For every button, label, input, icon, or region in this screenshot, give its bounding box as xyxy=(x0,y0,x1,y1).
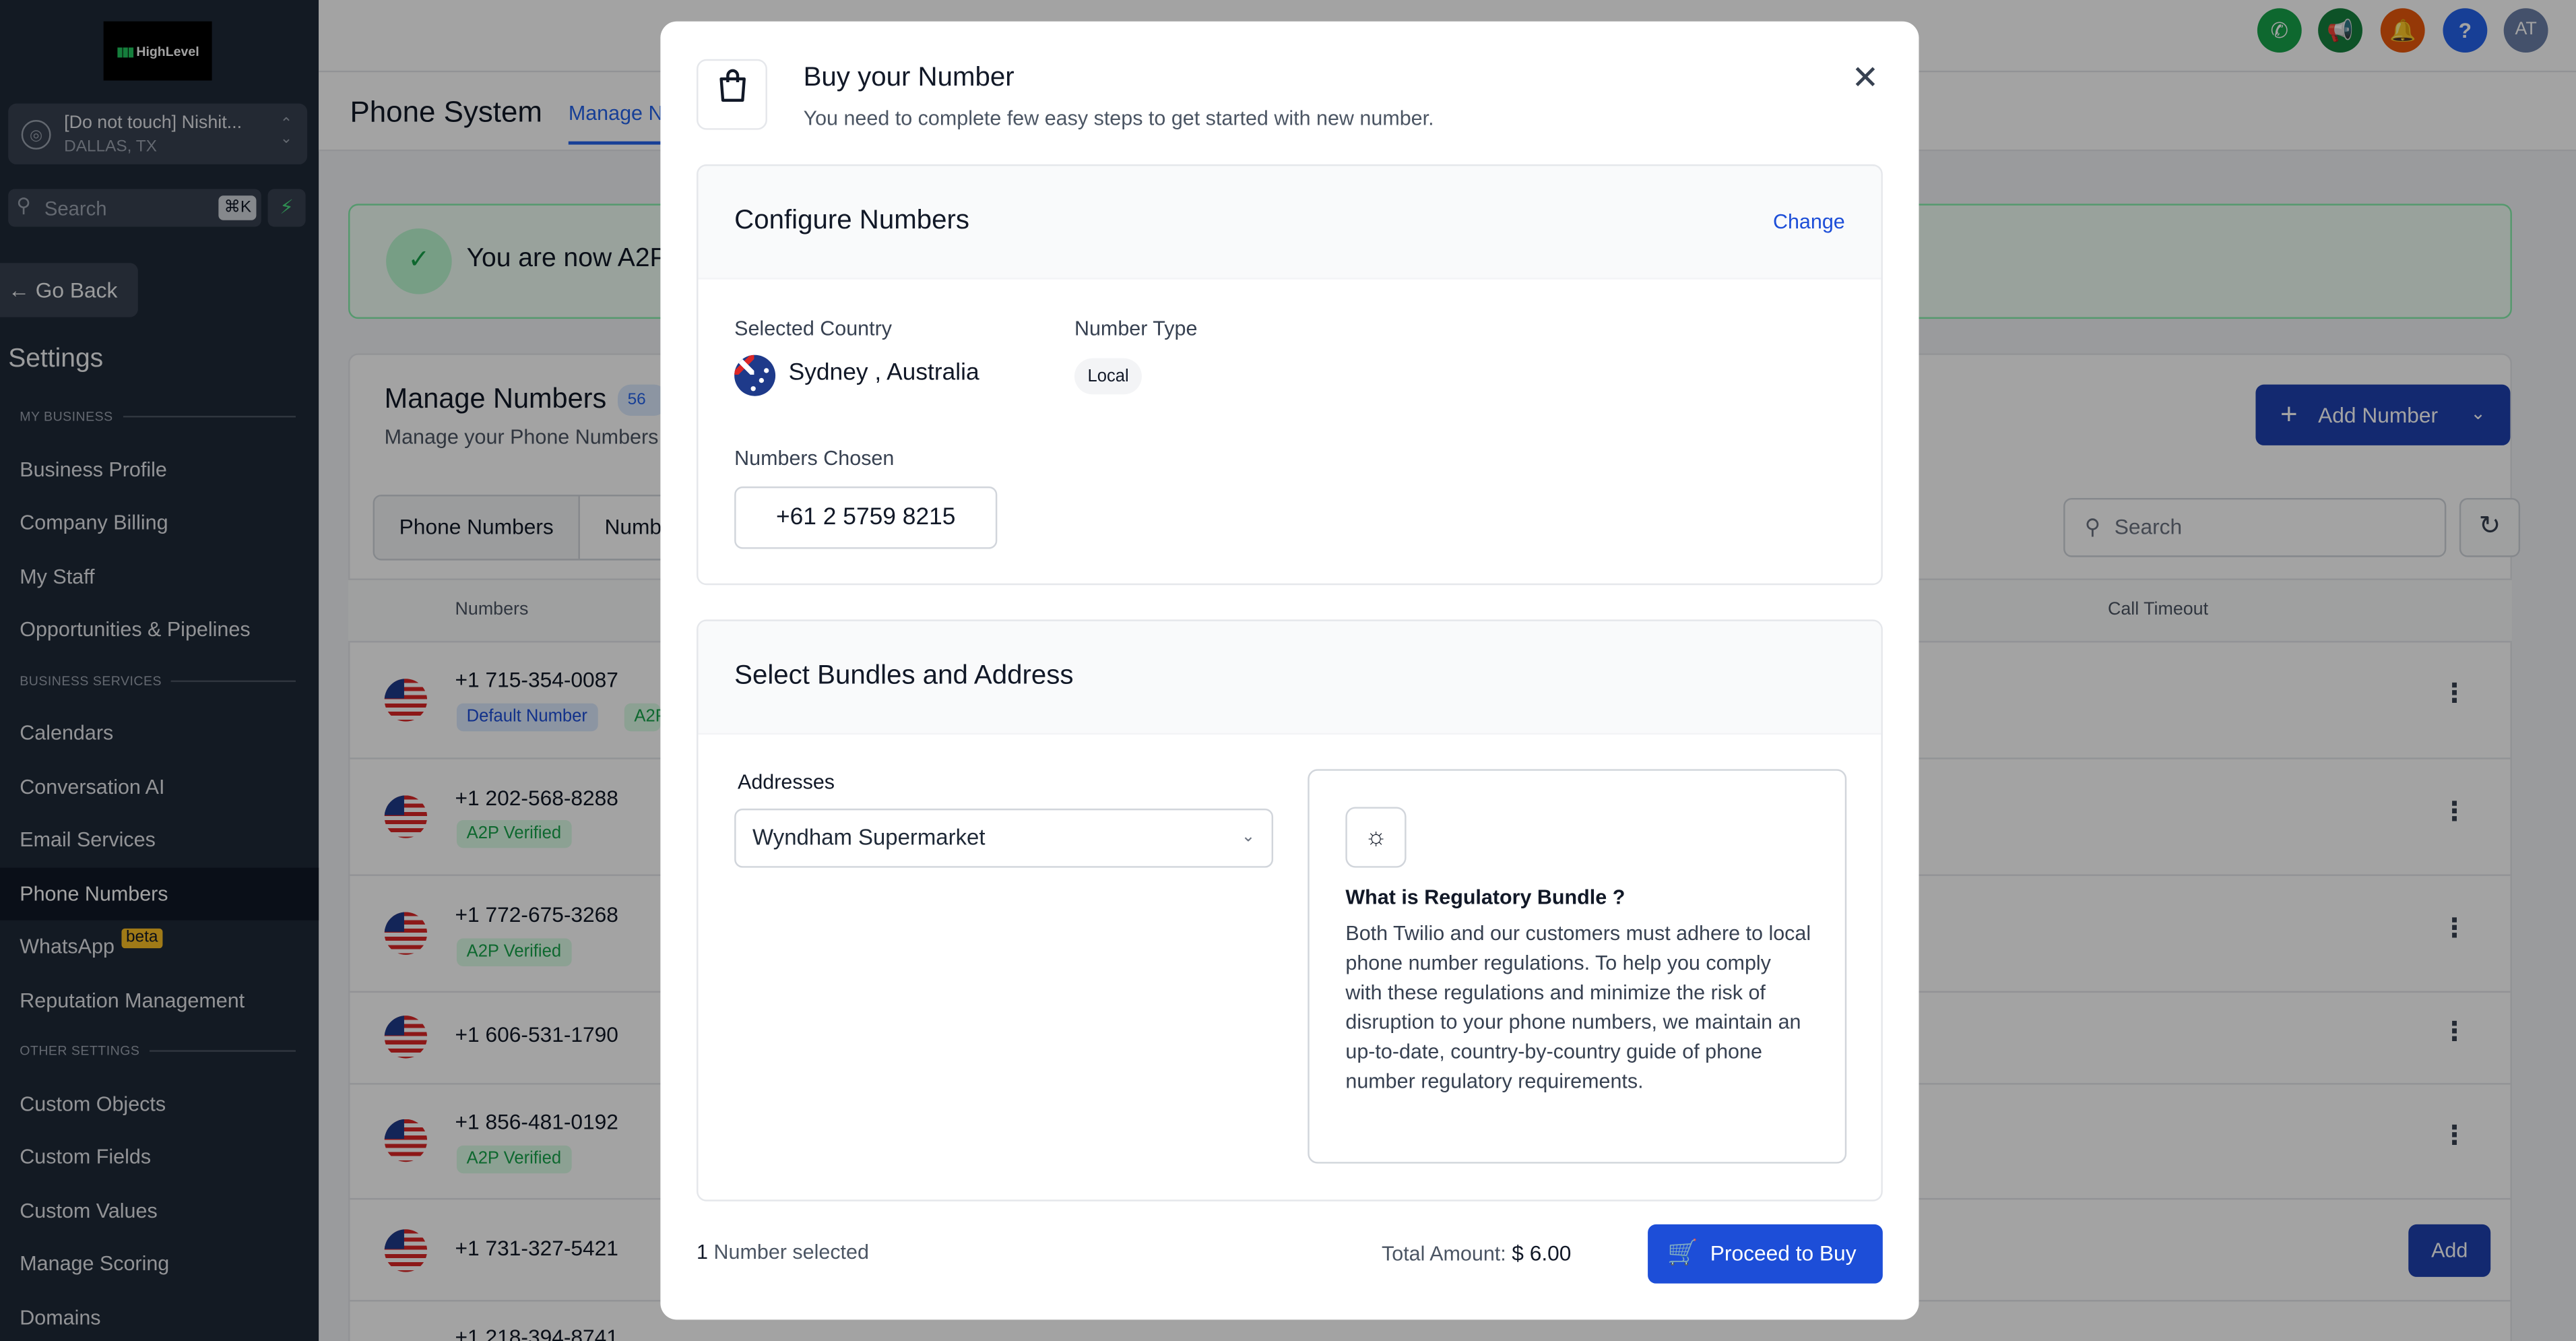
total-label: Total Amount: xyxy=(1382,1242,1506,1266)
addresses-label: Addresses xyxy=(738,770,835,794)
chosen-number-chip: +61 2 5759 8215 xyxy=(734,486,998,549)
info-title: What is Regulatory Bundle ? xyxy=(1345,885,1625,909)
number-type-label: Number Type xyxy=(1074,317,1198,340)
address-select[interactable]: Wyndham Supermarket ⌄ xyxy=(734,808,1274,868)
proceed-to-buy-button[interactable]: 🛒 Proceed to Buy xyxy=(1648,1224,1883,1284)
lightbulb-icon: ☼ xyxy=(1345,807,1407,868)
close-icon[interactable]: ✕ xyxy=(1852,63,1879,96)
bundles-header: Select Bundles and Address xyxy=(698,621,1881,735)
bundles-title: Select Bundles and Address xyxy=(734,660,1074,691)
numbers-chosen-label: Numbers Chosen xyxy=(734,447,895,470)
selected-count: 1 Number selected xyxy=(697,1241,869,1264)
configure-header: Configure Numbers Change xyxy=(698,166,1881,280)
australia-flag-icon xyxy=(734,354,776,396)
info-text: Both Twilio and our customers must adher… xyxy=(1345,922,1811,1093)
configure-title: Configure Numbers xyxy=(734,205,970,235)
configure-numbers-section: Configure Numbers Change Selected Countr… xyxy=(697,164,1883,586)
cart-icon: 🛒 xyxy=(1667,1239,1698,1268)
selected-country-value: Sydney , Australia xyxy=(788,360,979,387)
number-type-badge: Local xyxy=(1074,358,1142,395)
selected-count-value: 1 xyxy=(697,1241,708,1264)
selected-count-label: Number selected xyxy=(713,1241,869,1264)
regulatory-info-card: ☼ What is Regulatory Bundle ? Both Twili… xyxy=(1308,769,1847,1164)
modal-title: Buy your Number xyxy=(803,62,1015,92)
bundles-address-section: Select Bundles and Address Addresses Wyn… xyxy=(697,619,1883,1202)
change-link[interactable]: Change xyxy=(1773,210,1845,233)
total-amount: Total Amount: $ 6.00 xyxy=(1382,1241,1571,1266)
chevron-down-icon: ⌄ xyxy=(1241,828,1256,846)
selected-country-label: Selected Country xyxy=(734,317,892,340)
modal-subtitle: You need to complete few easy steps to g… xyxy=(803,106,1434,130)
buy-number-modal: Buy your Number You need to complete few… xyxy=(660,21,1919,1320)
proceed-label: Proceed to Buy xyxy=(1710,1241,1857,1266)
shopping-bag-icon xyxy=(697,59,767,130)
total-value: $ 6.00 xyxy=(1512,1241,1572,1266)
address-select-value: Wyndham Supermarket xyxy=(752,825,986,850)
